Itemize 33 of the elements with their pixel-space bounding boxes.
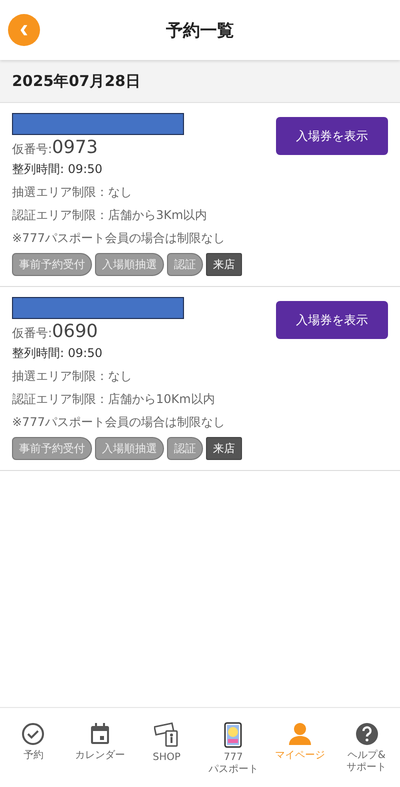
line-up-time: 整列時間: 09:50 xyxy=(12,161,104,178)
condition-text: 認証エリア制限：店舗から10Km以内 xyxy=(12,391,216,408)
condition-text: ※777パスポート会員の場合は制限なし xyxy=(12,414,226,431)
passport-card-icon xyxy=(224,722,242,748)
number-label: 仮番号: xyxy=(12,325,52,342)
step-tag: 事前予約受付 xyxy=(12,253,92,276)
condition-text: ※777パスポート会員の場合は制限なし xyxy=(12,230,226,247)
check-circle-icon xyxy=(21,722,46,746)
step-tag: 入場順抽選 xyxy=(95,437,164,460)
step-tag: 認証 xyxy=(167,437,203,460)
nav-item[interactable]: 予約 xyxy=(2,722,64,762)
show-ticket-button[interactable]: 入場券を表示 xyxy=(276,301,388,339)
nav-item[interactable]: カレンダー xyxy=(68,722,131,762)
date-text: 2025年07月28日 xyxy=(12,72,140,90)
page-title: 予約一覧 xyxy=(166,20,234,42)
nav-item[interactable]: ヘルプ& サポート xyxy=(336,722,398,774)
tickets-icon xyxy=(154,722,180,748)
number-label: 仮番号: xyxy=(12,141,52,158)
nav-item[interactable]: SHOP xyxy=(136,722,198,764)
reservation-number: 0690 xyxy=(52,321,98,342)
condition-text: 抽選エリア制限：なし xyxy=(12,368,133,385)
reservation-number: 0973 xyxy=(52,137,98,158)
step-tag: 認証 xyxy=(167,253,203,276)
condition-text: 認証エリア制限：店舗から3Km以内 xyxy=(12,207,208,224)
line-up-time: 整列時間: 09:50 xyxy=(12,345,104,362)
step-tag: 来店 xyxy=(206,253,242,276)
nav-item[interactable]: 777 パスポート xyxy=(202,722,264,776)
help-icon xyxy=(354,722,379,746)
show-ticket-button[interactable]: 入場券を表示 xyxy=(276,117,388,155)
step-tag: 入場順抽選 xyxy=(95,253,164,276)
condition-text: 抽選エリア制限：なし xyxy=(12,184,133,201)
step-tag: 事前予約受付 xyxy=(12,437,92,460)
step-tag: 来店 xyxy=(206,437,242,460)
